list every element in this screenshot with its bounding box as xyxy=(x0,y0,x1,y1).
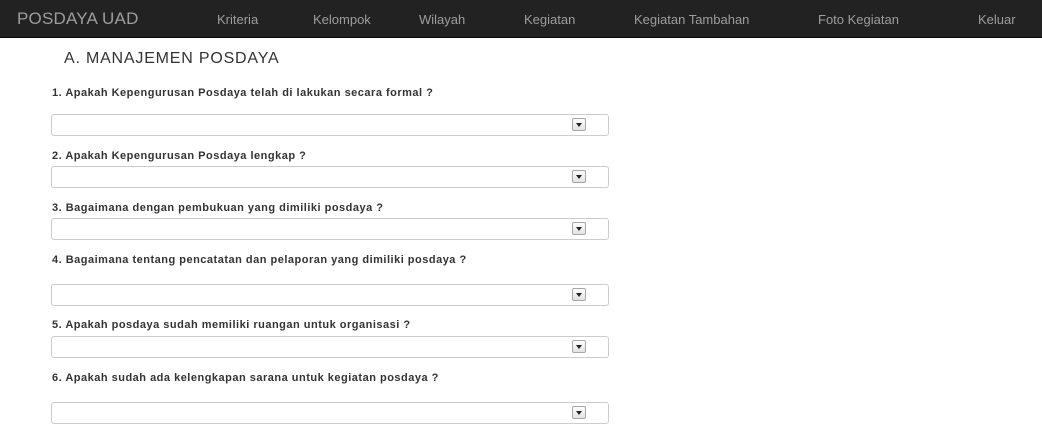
question-3-label: 3. Bagaimana dengan pembukuan yang dimil… xyxy=(52,202,384,214)
nav-item-kriteria[interactable]: Kriteria xyxy=(217,12,258,27)
nav-item-kegiatan[interactable]: Kegiatan xyxy=(524,12,575,27)
question-3-select[interactable] xyxy=(51,218,609,240)
main-content: A. MANAJEMEN POSDAYA 1. Apakah Kepenguru… xyxy=(0,38,1042,424)
question-5-label: 5. Apakah posdaya sudah memiliki ruangan… xyxy=(52,319,411,331)
nav-item-keluar[interactable]: Keluar xyxy=(978,12,1016,27)
top-navbar: POSDAYA UAD Kriteria Kelompok Wilayah Ke… xyxy=(0,0,1042,38)
section-title: A. MANAJEMEN POSDAYA xyxy=(64,50,280,67)
dropdown-arrow-icon[interactable] xyxy=(572,340,586,353)
nav-item-kegiatan-tambahan[interactable]: Kegiatan Tambahan xyxy=(634,12,749,27)
dropdown-arrow-icon[interactable] xyxy=(572,288,586,301)
nav-item-kelompok[interactable]: Kelompok xyxy=(313,12,371,27)
question-4-select[interactable] xyxy=(51,284,609,306)
nav-item-wilayah[interactable]: Wilayah xyxy=(419,12,465,27)
question-1-select[interactable] xyxy=(51,114,609,136)
question-4-label: 4. Bagaimana tentang pencatatan dan pela… xyxy=(52,254,467,266)
dropdown-arrow-icon[interactable] xyxy=(572,170,586,183)
question-1-label: 1. Apakah Kepengurusan Posdaya telah di … xyxy=(52,87,434,99)
question-2-select[interactable] xyxy=(51,166,609,188)
question-5-select[interactable] xyxy=(51,336,609,358)
navbar-brand[interactable]: POSDAYA UAD xyxy=(17,9,139,29)
dropdown-arrow-icon[interactable] xyxy=(572,118,586,131)
nav-item-foto-kegiatan[interactable]: Foto Kegiatan xyxy=(818,12,899,27)
question-2-label: 2. Apakah Kepengurusan Posdaya lengkap ? xyxy=(52,150,307,162)
dropdown-arrow-icon[interactable] xyxy=(572,406,586,419)
question-6-select[interactable] xyxy=(51,402,609,424)
question-6-label: 6. Apakah sudah ada kelengkapan sarana u… xyxy=(52,372,439,384)
dropdown-arrow-icon[interactable] xyxy=(572,222,586,235)
